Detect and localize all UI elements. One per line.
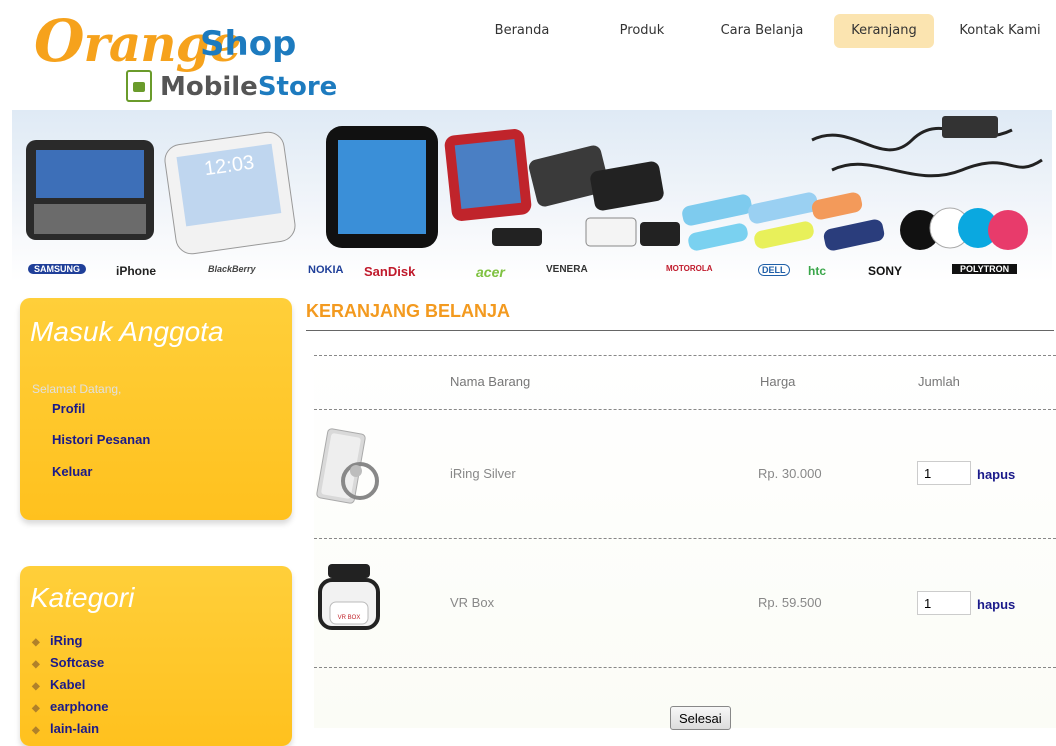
item-name: iRing Silver	[450, 466, 516, 481]
logo-shop-text: Shop	[200, 24, 297, 64]
mobile-store-icon	[126, 70, 152, 102]
logo-mobilestore-text: MobileStore	[160, 70, 337, 104]
brand-sony: SONY	[868, 264, 903, 278]
header-item-name: Nama Barang	[450, 374, 531, 389]
brand-venera: VENERA	[546, 264, 588, 275]
bullet-icon: ◆	[32, 659, 40, 670]
promo-banner: 12:03	[12, 110, 1052, 282]
table-divider	[314, 667, 1056, 668]
item-name: VR Box	[450, 595, 495, 610]
category-item-lain-lain[interactable]: ◆ lain-lain	[32, 721, 99, 736]
item-price: Rp. 59.500	[758, 595, 822, 610]
brand-htc: htc	[808, 264, 826, 278]
brand-iphone: iPhone	[116, 264, 157, 278]
brand-samsung: SAMSUNG	[28, 264, 87, 274]
cart-title: KERANJANG BELANJA	[306, 301, 511, 321]
logout-link[interactable]: Keluar	[52, 464, 92, 479]
category-label: Kabel	[50, 677, 86, 692]
category-item-softcase[interactable]: ◆ Softcase	[32, 655, 104, 670]
main-navigation: Beranda Produk Cara Belanja Keranjang Ko…	[470, 14, 1056, 50]
brand-acer: acer	[476, 264, 505, 280]
table-divider	[314, 409, 1056, 410]
item-price: Rp. 30.000	[758, 466, 822, 481]
bullet-icon: ◆	[32, 703, 40, 714]
table-divider	[314, 538, 1056, 539]
nav-cara-belanja[interactable]: Cara Belanja	[714, 14, 810, 48]
category-item-kabel[interactable]: ◆ Kabel	[32, 677, 85, 692]
brand-nokia: NOKIA	[308, 264, 344, 276]
bullet-icon: ◆	[32, 681, 40, 692]
order-history-link[interactable]: Histori Pesanan	[52, 432, 150, 447]
header-price: Harga	[760, 374, 796, 389]
nav-kontak-kami[interactable]: Kontak Kami	[952, 14, 1048, 48]
brand-motorola: MOTOROLA	[666, 264, 713, 273]
bullet-icon: ◆	[32, 725, 40, 736]
brand-strip: SAMSUNG iPhone BlackBerry NOKIA SanDisk …	[12, 262, 1052, 282]
brand-polytron: POLYTRON	[952, 264, 1018, 274]
logo-mobile-word: Mobile	[160, 72, 258, 102]
category-label: lain-lain	[50, 721, 100, 736]
category-label: Softcase	[50, 655, 105, 670]
logo-store-word: Store	[257, 72, 338, 102]
finish-button[interactable]: Selesai	[670, 706, 731, 730]
category-label: earphone	[50, 699, 109, 714]
vr-box-label: VR BOX	[338, 615, 361, 621]
iring-silver-image	[316, 428, 379, 504]
title-divider	[306, 330, 1054, 331]
category-item-iring[interactable]: ◆ iRing	[32, 633, 83, 648]
nav-produk[interactable]: Produk	[610, 14, 674, 48]
category-label: iRing	[50, 633, 83, 648]
brand-sandisk: SanDisk	[364, 264, 416, 279]
profile-link[interactable]: Profil	[52, 401, 85, 416]
brand-dell: DELL	[758, 264, 790, 276]
remove-item-button[interactable]: hapus	[977, 597, 1015, 612]
category-panel-title: Kategori	[30, 582, 135, 613]
nav-beranda[interactable]: Beranda	[488, 14, 556, 48]
table-divider	[314, 355, 1056, 356]
brand-blackberry: BlackBerry	[208, 264, 256, 274]
remove-item-button[interactable]: hapus	[977, 467, 1015, 482]
nav-keranjang[interactable]: Keranjang	[834, 14, 934, 48]
member-panel: Masuk Anggota Selamat Datang, Profil His…	[20, 298, 292, 520]
banner-products-illustration: 12:03	[26, 116, 1043, 255]
category-panel: Kategori ◆ iRing ◆ Softcase ◆ Kabel ◆ earpho…	[20, 566, 292, 746]
site-logo[interactable]: Orange Shop MobileStore	[14, 12, 344, 104]
quantity-input[interactable]	[917, 461, 971, 485]
cart-table	[314, 350, 1056, 728]
vr-box-image: VR BOX	[318, 564, 380, 630]
member-panel-title: Masuk Anggota	[30, 316, 224, 347]
category-item-earphone[interactable]: ◆ earphone	[32, 699, 109, 714]
quantity-input[interactable]	[917, 591, 971, 615]
bullet-icon: ◆	[32, 637, 40, 648]
welcome-text: Selamat Datang,	[32, 382, 122, 396]
header-quantity: Jumlah	[918, 374, 960, 389]
